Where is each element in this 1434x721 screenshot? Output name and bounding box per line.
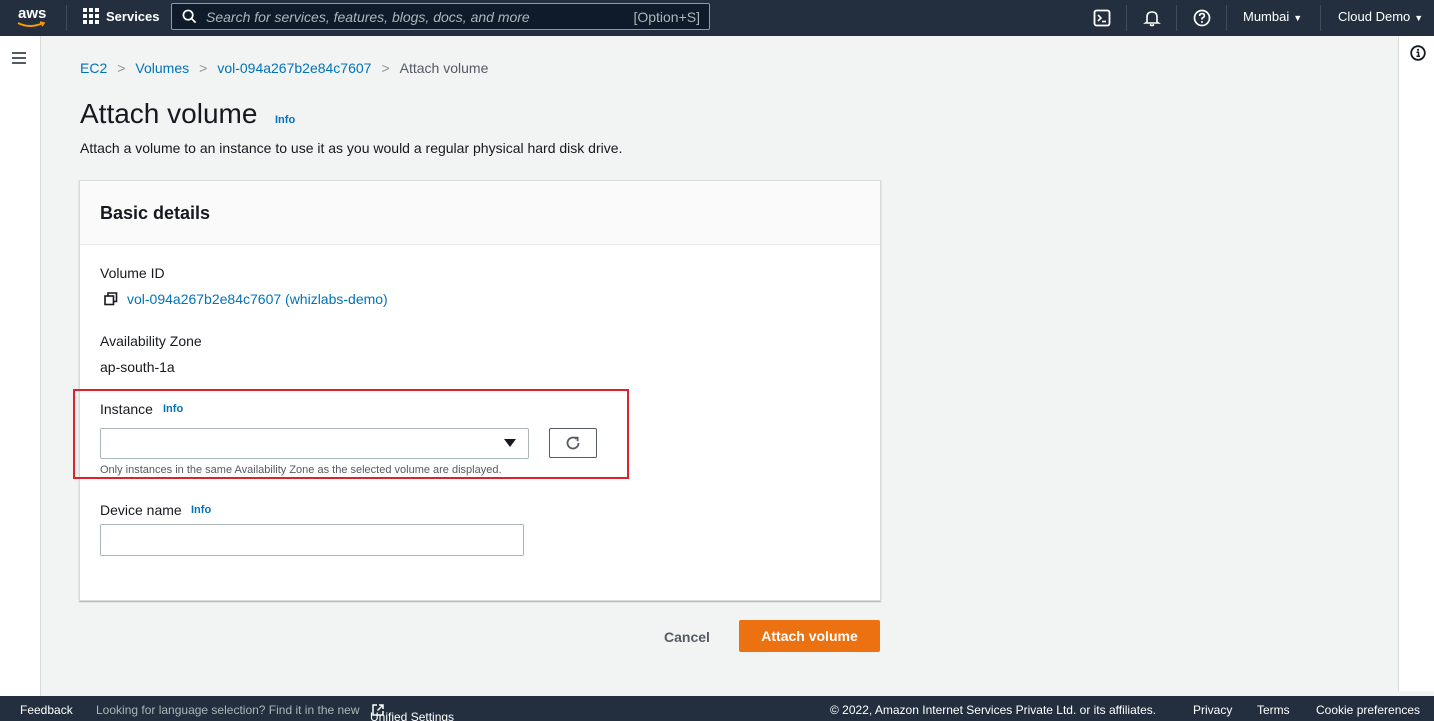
availability-zone-label: Availability Zone xyxy=(100,333,202,349)
device-name-info-link[interactable]: Info xyxy=(191,504,211,516)
volume-id-value: vol-094a267b2e84c7607 (whizlabs-demo) xyxy=(127,291,388,307)
caret-down-icon: ▼ xyxy=(1293,13,1303,23)
aws-logo-text: aws xyxy=(18,5,47,22)
page-description: Attach a volume to an instance to use it… xyxy=(80,140,623,156)
nav-divider xyxy=(66,5,67,31)
unified-settings-label: Unified Settings xyxy=(370,710,455,721)
device-name-label: Device name xyxy=(100,502,182,518)
panel-header: Basic details xyxy=(80,181,880,245)
privacy-link[interactable]: Privacy xyxy=(1193,703,1232,717)
nav-divider xyxy=(1176,5,1177,31)
region-label: Mumbai xyxy=(1243,9,1290,24)
notifications-button[interactable] xyxy=(1140,6,1164,30)
unified-settings-link[interactable]: Unified Settings xyxy=(370,703,454,721)
instance-label: Instance xyxy=(100,401,153,417)
services-menu-button[interactable]: Services xyxy=(83,8,160,24)
aws-logo[interactable]: aws xyxy=(14,4,54,32)
tools-panel-rail xyxy=(1398,36,1434,691)
help-button[interactable] xyxy=(1190,6,1214,30)
caret-down-icon xyxy=(504,439,516,447)
chevron-right-icon: > xyxy=(117,60,126,76)
search-icon xyxy=(182,9,197,24)
cloudshell-icon xyxy=(1093,9,1111,27)
instance-info-link[interactable]: Info xyxy=(163,403,183,415)
copy-icon[interactable] xyxy=(104,292,118,306)
info-circle-icon[interactable] xyxy=(1410,45,1426,61)
footer: Feedback Looking for language selection?… xyxy=(0,696,1434,721)
services-label: Services xyxy=(106,8,160,24)
account-label: Cloud Demo xyxy=(1338,9,1411,24)
help-icon xyxy=(1193,9,1211,27)
copyright: © 2022, Amazon Internet Services Private… xyxy=(830,703,1157,717)
cloudshell-button[interactable] xyxy=(1090,6,1114,30)
menu-toggle-button[interactable] xyxy=(12,52,26,64)
search-bar[interactable]: [Option+S] xyxy=(171,3,710,30)
breadcrumb-current: Attach volume xyxy=(399,60,489,76)
aws-smile-icon xyxy=(17,21,46,27)
grid-icon xyxy=(83,8,99,24)
volume-id-link[interactable]: vol-094a267b2e84c7607 (whizlabs-demo) xyxy=(104,291,388,307)
attach-volume-button[interactable]: Attach volume xyxy=(739,620,880,652)
top-navigation: aws Services [Option+S] xyxy=(0,0,1434,36)
nav-divider xyxy=(1226,5,1227,31)
basic-details-panel: Basic details Volume ID vol-094a267b2e84… xyxy=(79,180,881,601)
availability-zone-value: ap-south-1a xyxy=(100,359,175,375)
account-menu[interactable]: Cloud Demo ▼ xyxy=(1338,9,1423,24)
device-name-input[interactable] xyxy=(100,524,524,556)
chevron-right-icon: > xyxy=(381,60,390,76)
chevron-right-icon: > xyxy=(199,60,208,76)
breadcrumb: EC2 > Volumes > vol-094a267b2e84c7607 > … xyxy=(80,60,488,76)
volume-id-label: Volume ID xyxy=(100,265,165,281)
cookie-preferences-link[interactable]: Cookie preferences xyxy=(1316,703,1420,717)
search-shortcut-hint: [Option+S] xyxy=(633,8,700,25)
nav-divider xyxy=(1126,5,1127,31)
hamburger-icon xyxy=(12,52,26,54)
language-prompt: Looking for language selection? Find it … xyxy=(96,703,360,717)
side-navigation-rail xyxy=(0,36,41,696)
page-title: Attach volume xyxy=(80,98,258,129)
feedback-link[interactable]: Feedback xyxy=(20,703,73,717)
search-input[interactable] xyxy=(206,8,616,25)
bell-icon xyxy=(1143,11,1161,27)
nav-divider xyxy=(1320,5,1321,31)
breadcrumb-ec2[interactable]: EC2 xyxy=(80,60,107,76)
terms-link[interactable]: Terms xyxy=(1257,703,1290,717)
title-info-link[interactable]: Info xyxy=(275,114,295,126)
panel-title: Basic details xyxy=(100,203,211,223)
instance-hint: Only instances in the same Availability … xyxy=(100,464,502,476)
breadcrumb-volume-id[interactable]: vol-094a267b2e84c7607 xyxy=(217,60,371,76)
refresh-instances-button[interactable] xyxy=(549,428,597,458)
caret-down-icon: ▼ xyxy=(1414,13,1424,23)
refresh-icon xyxy=(566,436,580,450)
cancel-button[interactable]: Cancel xyxy=(649,621,725,652)
breadcrumb-volumes[interactable]: Volumes xyxy=(135,60,189,76)
instance-select[interactable] xyxy=(100,428,529,459)
region-selector[interactable]: Mumbai ▼ xyxy=(1243,9,1302,24)
